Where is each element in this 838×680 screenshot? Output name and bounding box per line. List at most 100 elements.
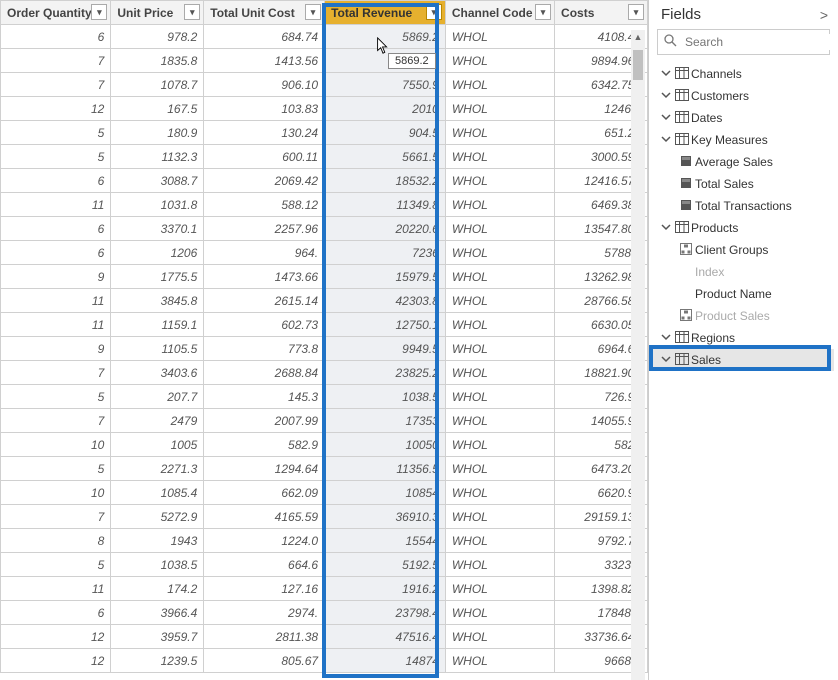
cell-cc[interactable]: WHOL — [445, 625, 554, 649]
cell-cc[interactable]: WHOL — [445, 193, 554, 217]
cell-tuc[interactable]: 127.16 — [204, 577, 325, 601]
fields-table-dates[interactable]: Dates — [653, 107, 834, 129]
cell-up[interactable]: 978.2 — [111, 25, 204, 49]
cell-up[interactable]: 1775.5 — [111, 265, 204, 289]
cell-up[interactable]: 3959.7 — [111, 625, 204, 649]
column-filter-icon[interactable]: ▾ — [91, 4, 107, 20]
cell-tuc[interactable]: 602.73 — [204, 313, 325, 337]
cell-tr[interactable]: 5869.2 — [325, 25, 446, 49]
fields-field-product-sales[interactable]: Product Sales — [653, 305, 834, 327]
cell-oq[interactable]: 5 — [1, 385, 111, 409]
cell-tuc[interactable]: 662.09 — [204, 481, 325, 505]
fields-table-sales[interactable]: Sales — [653, 349, 834, 371]
cell-tr[interactable]: 5661.5 — [325, 145, 446, 169]
cell-oq[interactable]: 8 — [1, 529, 111, 553]
cell-cc[interactable]: WHOL — [445, 433, 554, 457]
vertical-scrollbar[interactable]: ▲ — [631, 30, 645, 680]
table-row[interactable]: 12167.5103.832010WHOL1246.2 — [1, 97, 648, 121]
cell-oq[interactable]: 9 — [1, 337, 111, 361]
cell-tuc[interactable]: 2974. — [204, 601, 325, 625]
cell-cc[interactable]: WHOL — [445, 505, 554, 529]
cell-cc[interactable]: WHOL — [445, 409, 554, 433]
expand-icon[interactable] — [659, 68, 673, 81]
cell-up[interactable]: 1105.5 — [111, 337, 204, 361]
cell-tuc[interactable]: 1294.64 — [204, 457, 325, 481]
fields-table-customers[interactable]: Customers — [653, 85, 834, 107]
cell-cc[interactable]: WHOL — [445, 49, 554, 73]
cell-up[interactable]: 1005 — [111, 433, 204, 457]
cell-up[interactable]: 1835.8 — [111, 49, 204, 73]
fields-search-input[interactable] — [683, 34, 838, 50]
cell-up[interactable]: 1078.7 — [111, 73, 204, 97]
cell-tuc[interactable]: 964. — [204, 241, 325, 265]
cell-cc[interactable]: WHOL — [445, 121, 554, 145]
cell-tuc[interactable]: 906.10 — [204, 73, 325, 97]
cell-oq[interactable]: 11 — [1, 313, 111, 337]
cell-tuc[interactable]: 103.83 — [204, 97, 325, 121]
cell-oq[interactable]: 7 — [1, 49, 111, 73]
column-filter-icon[interactable]: ▾ — [305, 4, 321, 20]
expand-icon[interactable] — [659, 112, 673, 125]
table-row[interactable]: 113845.82615.1442303.8WHOL28766.584 — [1, 289, 648, 313]
cell-tr[interactable]: 17353 — [325, 409, 446, 433]
cell-oq[interactable]: 6 — [1, 601, 111, 625]
cell-tuc[interactable]: 1224.0 — [204, 529, 325, 553]
cell-tr[interactable]: 18532.2 — [325, 169, 446, 193]
table-row[interactable]: 5180.9130.24904.5WHOL651.24 — [1, 121, 648, 145]
cell-up[interactable]: 1132.3 — [111, 145, 204, 169]
expand-icon[interactable] — [659, 354, 673, 367]
column-header-oq[interactable]: Order Quantity▾ — [1, 1, 111, 25]
table-row[interactable]: 71835.81413.56WHOL9894.962 — [1, 49, 648, 73]
cell-tr[interactable]: 12750.1 — [325, 313, 446, 337]
cell-up[interactable]: 5272.9 — [111, 505, 204, 529]
cell-tuc[interactable]: 2811.38 — [204, 625, 325, 649]
cell-tr[interactable]: 10854 — [325, 481, 446, 505]
scroll-up-icon[interactable]: ▲ — [631, 32, 645, 46]
cell-tuc[interactable]: 600.11 — [204, 145, 325, 169]
cell-cc[interactable]: WHOL — [445, 529, 554, 553]
cell-cc[interactable]: WHOL — [445, 361, 554, 385]
fields-field-index[interactable]: Index — [653, 261, 834, 283]
cell-tr[interactable]: 15544 — [325, 529, 446, 553]
cell-tr[interactable]: 1038.5 — [325, 385, 446, 409]
fields-field-total-transactions[interactable]: Total Transactions — [653, 195, 834, 217]
table-row[interactable]: 51132.3600.115661.5WHOL3000.595 — [1, 145, 648, 169]
cell-cc[interactable]: WHOL — [445, 241, 554, 265]
cell-tr[interactable]: 1916.2 — [325, 577, 446, 601]
table-row[interactable]: 61206964.7236WHOL5788.8 — [1, 241, 648, 265]
table-row[interactable]: 63370.12257.9620220.6WHOL13547.802 — [1, 217, 648, 241]
column-header-tr[interactable]: Total Revenue▾ — [325, 1, 446, 25]
table-row[interactable]: 71078.7906.107550.9WHOL6342.756 — [1, 73, 648, 97]
cell-tuc[interactable]: 773.8 — [204, 337, 325, 361]
table-row[interactable]: 91105.5773.89949.5WHOL6964.65 — [1, 337, 648, 361]
cell-tr[interactable]: 7550.9 — [325, 73, 446, 97]
cell-tuc[interactable]: 2688.84 — [204, 361, 325, 385]
cell-oq[interactable]: 12 — [1, 97, 111, 121]
cell-tr[interactable]: 10050 — [325, 433, 446, 457]
cell-tr[interactable]: 47516.4 — [325, 625, 446, 649]
cell-up[interactable]: 1239.5 — [111, 649, 204, 673]
cell-oq[interactable]: 6 — [1, 169, 111, 193]
cell-tuc[interactable]: 684.74 — [204, 25, 325, 49]
table-row[interactable]: 724792007.9917353WHOL14055.93 — [1, 409, 648, 433]
cell-cc[interactable]: WHOL — [445, 577, 554, 601]
cell-tr[interactable]: 14874 — [325, 649, 446, 673]
cell-oq[interactable]: 6 — [1, 217, 111, 241]
cell-oq[interactable]: 11 — [1, 577, 111, 601]
cell-tr[interactable]: 11356.5 — [325, 457, 446, 481]
cell-tr[interactable]: 9949.5 — [325, 337, 446, 361]
cell-up[interactable]: 1085.4 — [111, 481, 204, 505]
cell-cc[interactable]: WHOL — [445, 169, 554, 193]
cell-cc[interactable]: WHOL — [445, 601, 554, 625]
cell-tuc[interactable]: 582.9 — [204, 433, 325, 457]
fields-field-client-groups[interactable]: Client Groups — [653, 239, 834, 261]
cell-oq[interactable]: 12 — [1, 649, 111, 673]
column-filter-icon[interactable]: ▾ — [184, 4, 200, 20]
fields-table-key-measures[interactable]: Key Measures — [653, 129, 834, 151]
fields-field-average-sales[interactable]: Average Sales — [653, 151, 834, 173]
cell-oq[interactable]: 5 — [1, 457, 111, 481]
table-row[interactable]: 5207.7145.31038.5WHOL726.95 — [1, 385, 648, 409]
fields-pane-header[interactable]: Fields > — [649, 0, 838, 27]
cell-oq[interactable]: 11 — [1, 289, 111, 313]
table-row[interactable]: 121239.5805.6714874WHOL9668.1 — [1, 649, 648, 673]
